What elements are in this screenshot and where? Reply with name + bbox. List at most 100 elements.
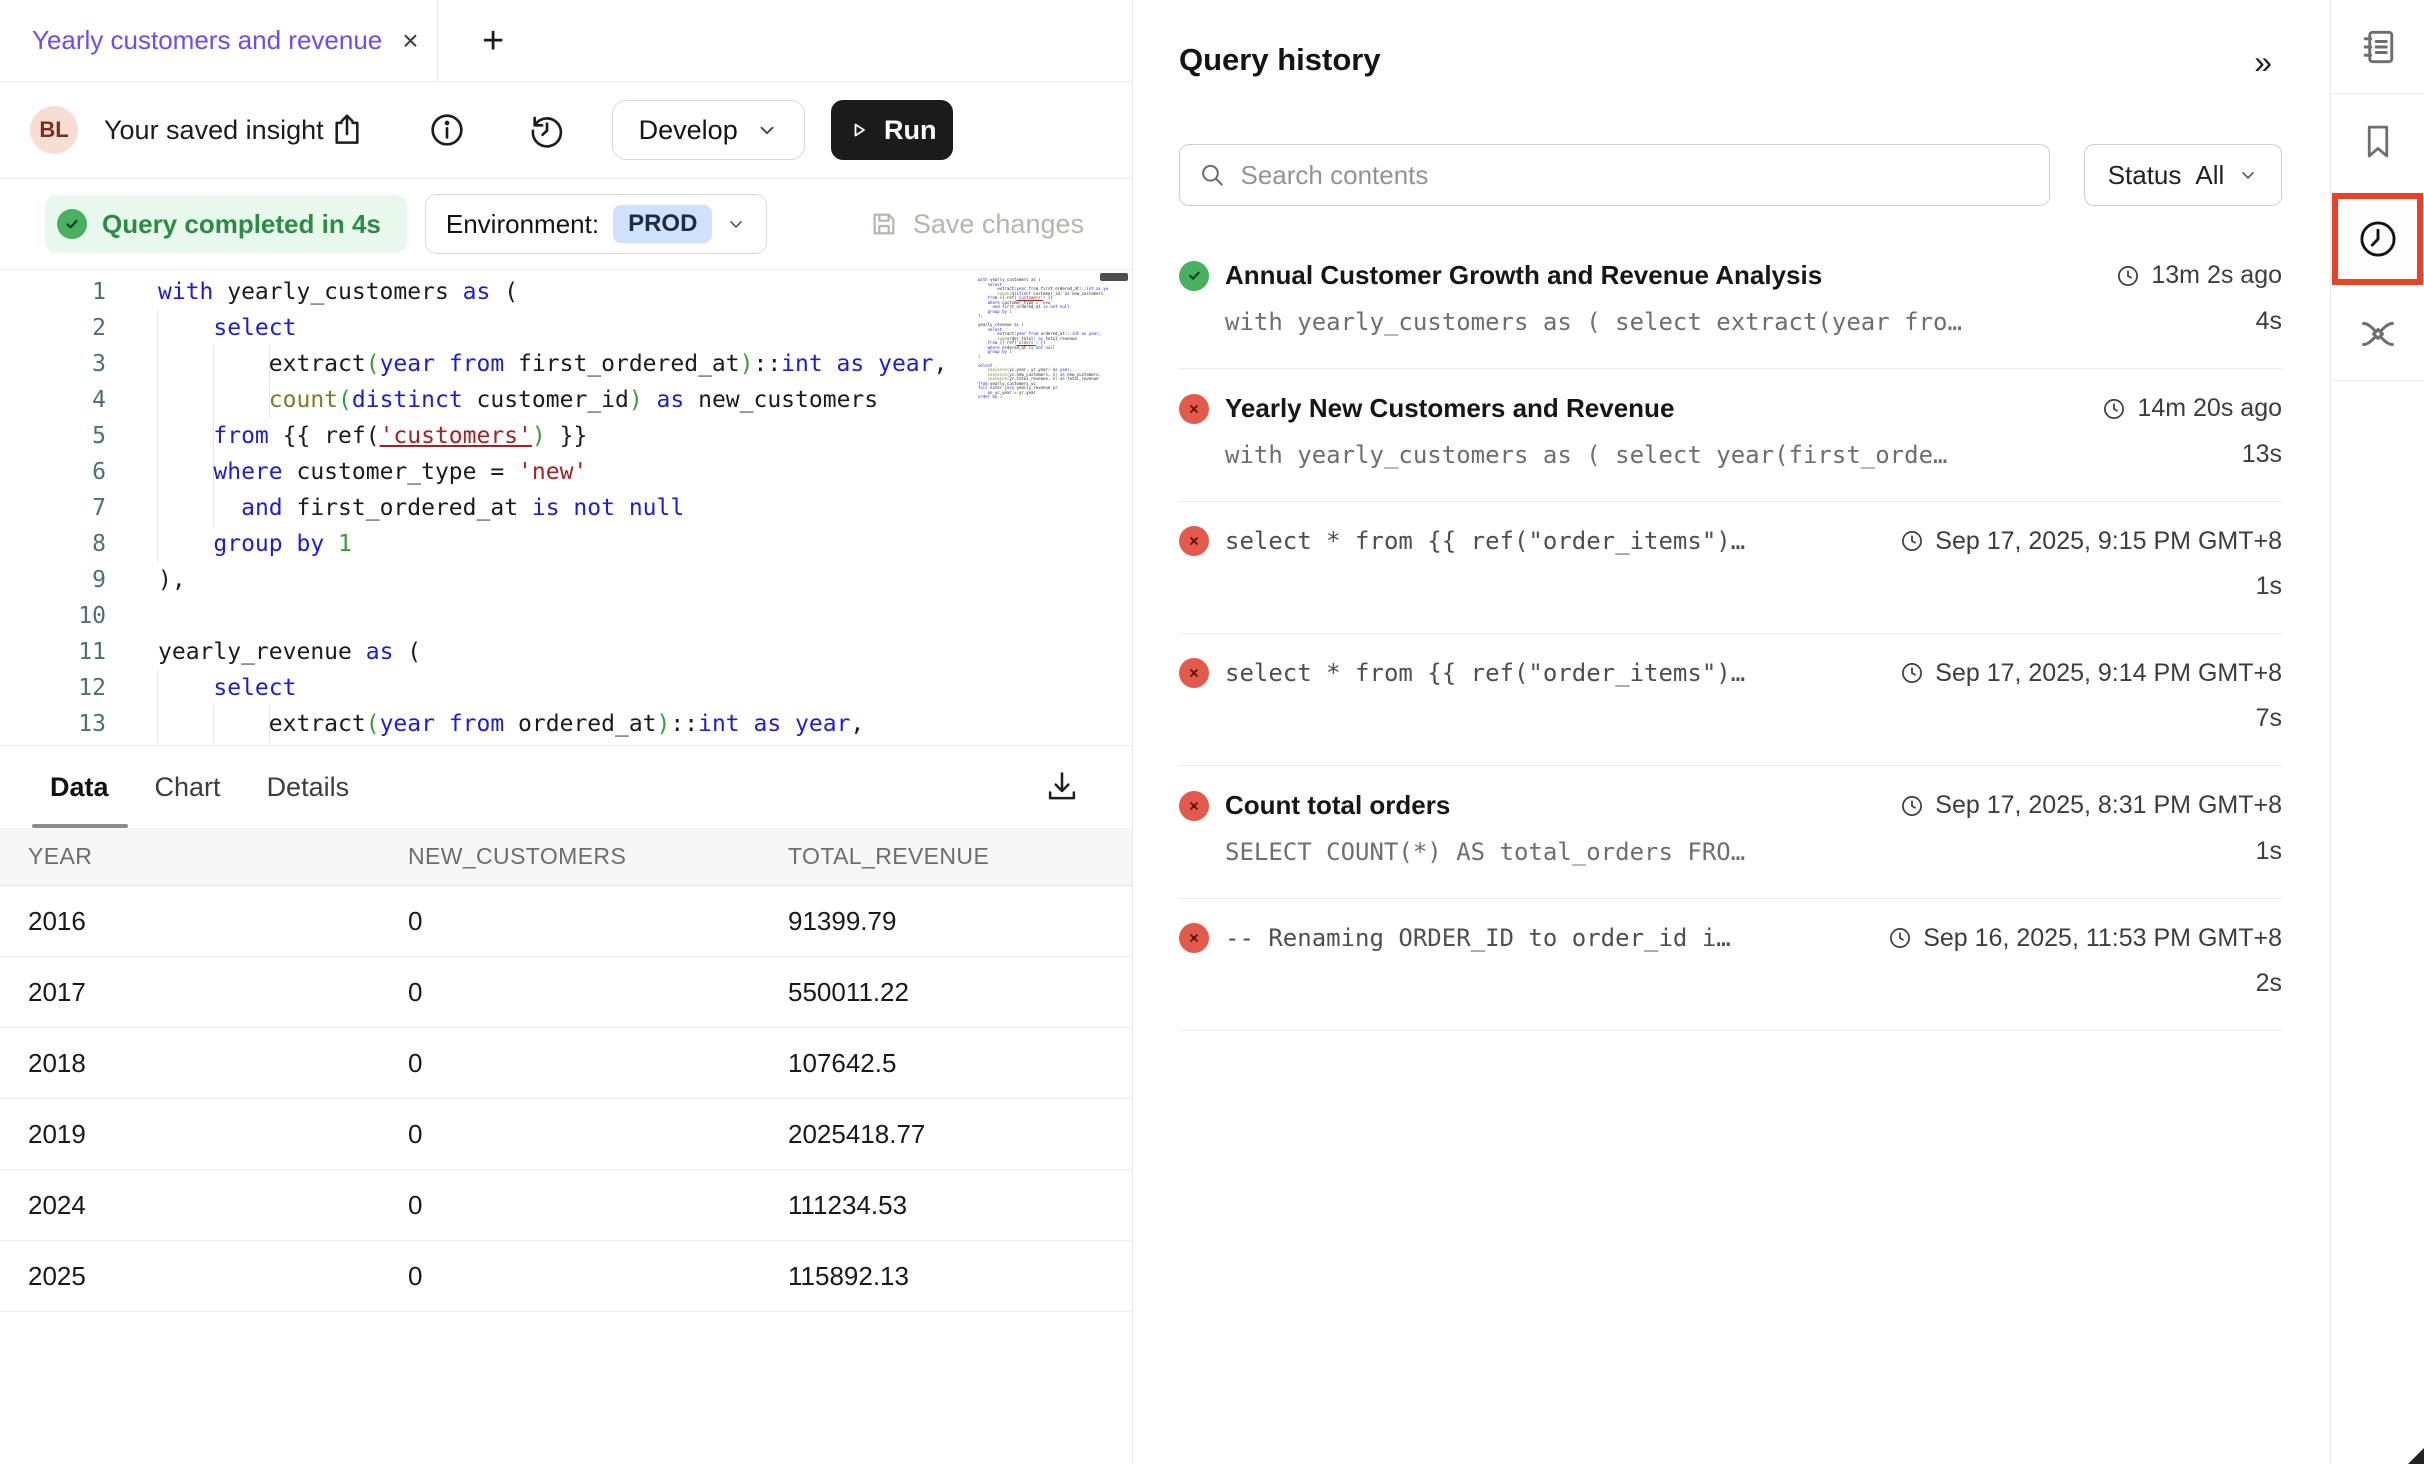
history-item-row: Count total ordersSep 17, 2025, 8:31 PM … (1179, 790, 2282, 821)
info-button[interactable] (424, 107, 470, 153)
history-item-duration: 13s (2242, 440, 2282, 469)
table-cell: 0 (380, 1261, 760, 1292)
history-item[interactable]: Annual Customer Growth and Revenue Analy… (1179, 236, 2282, 369)
tab-yearly-customers[interactable]: Yearly customers and revenue × (0, 0, 419, 81)
table-row: 20180107642.5 (0, 1028, 1132, 1099)
table-cell: 115892.13 (760, 1261, 1132, 1292)
editor-scrollbar-thumb[interactable] (1100, 273, 1128, 281)
code-text: extract(year from ordered_at)::int as ye… (106, 706, 864, 742)
table-cell: 107642.5 (760, 1048, 1132, 1079)
clock-icon (2355, 216, 2401, 262)
table-cell: 2019 (0, 1119, 380, 1150)
history-item-row: 7s (1179, 704, 2282, 733)
code-text: from {{ ref('customers') }} (106, 418, 587, 454)
develop-button[interactable]: Develop (612, 100, 805, 160)
code-text: select (106, 310, 296, 346)
table-cell: 111234.53 (760, 1190, 1132, 1221)
notebook-panel-button[interactable] (2331, 23, 2424, 71)
tab-label: Yearly customers and revenue (32, 25, 382, 56)
code-text: group by 1 (106, 526, 352, 562)
table-row: 201902025418.77 (0, 1099, 1132, 1170)
success-check-icon (57, 209, 87, 239)
version-history-button[interactable] (524, 107, 570, 153)
info-icon (427, 110, 467, 150)
line-number: 12 (0, 670, 106, 706)
history-item[interactable]: Count total ordersSep 17, 2025, 8:31 PM … (1179, 766, 2282, 899)
line-number: 4 (0, 382, 106, 418)
tab-details[interactable]: Details (267, 772, 350, 803)
code-text: where customer_type = 'new' (106, 454, 587, 490)
history-item-title: select * from {{ ref("order_items")… (1225, 659, 1879, 687)
history-item-timestamp: Sep 17, 2025, 9:15 PM GMT+8 (1899, 527, 2282, 556)
status-filter-dropdown[interactable]: Status All (2084, 144, 2282, 206)
bookmarks-panel-button[interactable] (2331, 118, 2424, 166)
history-item[interactable]: Yearly New Customers and Revenue14m 20s … (1179, 369, 2282, 502)
history-item-row: Annual Customer Growth and Revenue Analy… (1179, 260, 2282, 291)
line-number: 7 (0, 490, 106, 526)
history-item[interactable]: -- Renaming ORDER_ID to order_id i…Sep 1… (1179, 899, 2282, 1031)
minimap-line: order by 1 (978, 395, 1108, 400)
save-changes-button[interactable]: Save changes (868, 208, 1084, 240)
query-status-badge: Query completed in 4s (45, 195, 407, 253)
table-cell: 0 (380, 1048, 760, 1079)
code-text: select (106, 670, 296, 706)
code-text: with yearly_customers as ( (106, 274, 518, 310)
code-text: count(distinct customer_id) as new_custo… (106, 382, 878, 418)
share-button[interactable] (324, 107, 370, 153)
history-item-title: select * from {{ ref("order_items")… (1225, 527, 1879, 555)
history-item[interactable]: select * from {{ ref("order_items")… Sep … (1179, 634, 2282, 766)
line-number: 2 (0, 310, 106, 346)
clock-icon (2115, 263, 2141, 289)
minimap-text: ) (978, 355, 980, 360)
history-item-duration: 2s (2256, 969, 2282, 998)
code-line: 10 (0, 598, 947, 634)
sql-editor[interactable]: 1with yearly_customers as (2 select3 ext… (0, 269, 1132, 746)
history-item-row: select * from {{ ref("order_items")… Sep … (1179, 526, 2282, 556)
history-item-title: Annual Customer Growth and Revenue Analy… (1225, 260, 2095, 291)
history-item-duration: 1s (2256, 837, 2282, 866)
history-item-timestamp: 14m 20s ago (2101, 394, 2282, 423)
line-number: 8 (0, 526, 106, 562)
table-cell: 2025 (0, 1261, 380, 1292)
environment-selector[interactable]: Environment: PROD (425, 194, 768, 254)
lineage-panel-button[interactable] (2331, 310, 2424, 358)
tab-data[interactable]: Data (50, 772, 109, 803)
notebook-icon (2356, 25, 2400, 69)
editor-minimap[interactable]: with yearly_customers as ( select extrac… (978, 278, 1108, 400)
clock-icon (1899, 793, 1925, 819)
new-tab-button[interactable]: + (482, 0, 504, 82)
chevron-down-icon (756, 119, 778, 141)
history-item-timestamp: Sep 17, 2025, 9:14 PM GMT+8 (1899, 659, 2282, 688)
history-item[interactable]: select * from {{ ref("order_items")… Sep … (1179, 502, 2282, 634)
query-status-text: Query completed in 4s (102, 209, 381, 240)
results-table-header: YEARNEW_CUSTOMERSTOTAL_REVENUE (0, 828, 1132, 886)
panel-title: Query history (1179, 42, 2282, 78)
status-filter-label: Status (2108, 160, 2182, 191)
run-label: Run (884, 115, 936, 146)
collapse-panel-icon[interactable]: » (2254, 44, 2272, 81)
error-status-icon (1179, 394, 1209, 424)
table-row: 20240111234.53 (0, 1170, 1132, 1241)
search-input[interactable] (1241, 160, 2050, 191)
code-line: 4 count(distinct customer_id) as new_cus… (0, 382, 947, 418)
column-header: NEW_CUSTOMERS (380, 843, 760, 870)
right-icon-rail (2330, 0, 2424, 1464)
table-cell: 2018 (0, 1048, 380, 1079)
history-icon (527, 110, 567, 150)
line-number: 13 (0, 706, 106, 742)
code-line: 13 extract(year from ordered_at)::int as… (0, 706, 947, 742)
minimap-text: group by 1 (978, 310, 1012, 315)
search-box[interactable] (1179, 144, 2050, 206)
download-results-button[interactable] (1043, 768, 1081, 806)
environment-label: Environment: (446, 209, 599, 240)
code-line: 12 select (0, 670, 947, 706)
query-history-panel-button-highlighted[interactable] (2332, 193, 2423, 285)
tab-chart[interactable]: Chart (155, 772, 221, 803)
close-tab-icon[interactable]: × (402, 27, 418, 55)
run-button[interactable]: Run (831, 100, 953, 160)
timestamp-text: 13m 2s ago (2151, 261, 2282, 290)
table-cell: 2016 (0, 906, 380, 937)
history-item-row: 1s (1179, 572, 2282, 601)
bookmark-icon (2357, 121, 2399, 163)
history-item-row: -- Renaming ORDER_ID to order_id i…Sep 1… (1179, 923, 2282, 953)
